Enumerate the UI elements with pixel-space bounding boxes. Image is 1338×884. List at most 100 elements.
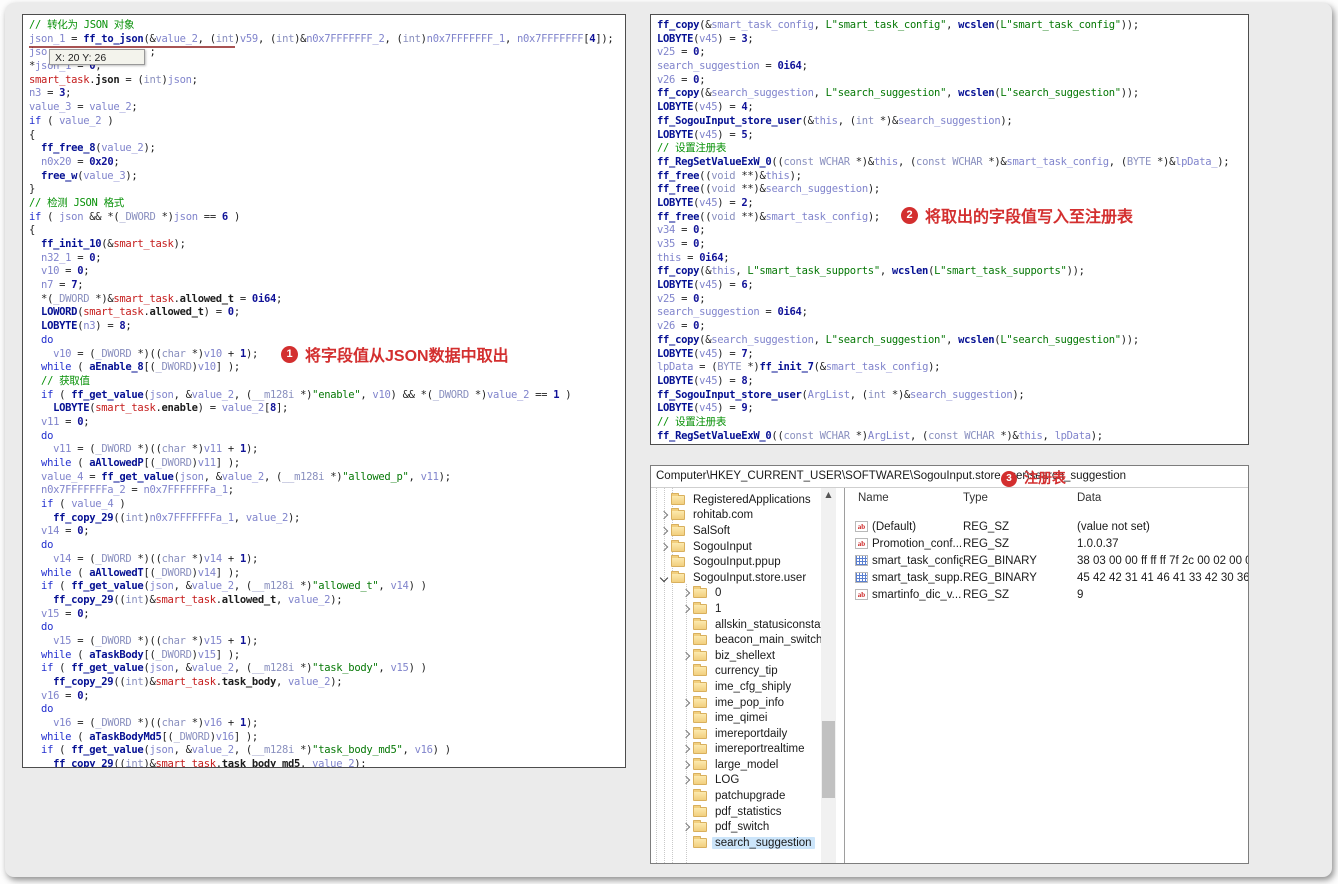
tree-item-search_suggestion[interactable]: search_suggestion — [651, 835, 844, 851]
tree-item-label: biz_shellext — [715, 649, 776, 662]
reg-sz-icon: ab — [855, 521, 868, 532]
tree-item-currency_tip[interactable]: currency_tip — [651, 664, 844, 680]
code-line: n3 = 3; — [29, 87, 72, 100]
scrollbar-up-icon[interactable]: ▲ — [821, 488, 836, 502]
tree-item-ime_qimei[interactable]: ime_qimei — [651, 710, 844, 726]
registry-value-row[interactable]: smart_task_supp... REG_BINARY 45 42 42 31 … — [845, 569, 1248, 586]
code-line: n7 = 7; — [41, 279, 84, 292]
chevron-right-icon[interactable] — [657, 511, 671, 520]
chevron-right-icon[interactable] — [679, 776, 693, 785]
tree-item-label: SogouInput.ppup — [693, 556, 781, 569]
tree-item-label: search_suggestion — [712, 836, 815, 849]
decompiled-code-registry-write: ff_copy(&smart_task_config, L"smart_task… — [657, 19, 1248, 443]
code-line: ff_RegSetValueExW_0((const WCHAR *)ArgLi… — [657, 429, 1103, 442]
registry-value-row[interactable]: ab Promotion_conf... REG_SZ 1.0.0.37 — [845, 535, 1248, 552]
code-line: do — [41, 429, 54, 442]
code-line: v15 = 0; — [41, 607, 90, 620]
reg-sz-icon: ab — [855, 538, 868, 549]
chevron-right-icon[interactable] — [679, 589, 693, 598]
tree-item-label: imereportdaily — [715, 727, 788, 740]
registry-value-row[interactable]: smart_task_config REG_BINARY 38 03 00 00 f… — [845, 552, 1248, 569]
code-line: v25 = 0; — [657, 46, 706, 59]
column-header-name[interactable]: Name — [845, 492, 963, 504]
folder-icon — [693, 757, 707, 770]
value-type: REG_SZ — [963, 537, 1010, 550]
code-line: LOBYTE(v45) = 7; — [657, 347, 754, 360]
chevron-right-icon[interactable] — [679, 823, 693, 832]
code-line: } — [29, 183, 36, 196]
tree-item-label: ime_cfg_shiply — [715, 680, 792, 693]
value-type: REG_BINARY — [963, 571, 1037, 584]
tree-scrollbar[interactable]: ▲ — [821, 488, 836, 863]
value-name: smart_task_config — [872, 554, 963, 567]
chevron-right-icon[interactable] — [679, 729, 693, 738]
code-line: v35 = 0; — [657, 238, 706, 250]
tree-item-SogouInput.ppup[interactable]: SogouInput.ppup — [651, 554, 844, 570]
tree-item-ime_pop_info[interactable]: ime_pop_info — [651, 695, 844, 711]
tree-item-1[interactable]: 1 — [651, 601, 844, 617]
tree-item-imereportrealtime[interactable]: imereportrealtime — [651, 742, 844, 758]
tree-item-0[interactable]: 0 — [651, 586, 844, 602]
code-line: if ( ff_get_value(json, &value_2, (__m12… — [41, 744, 451, 757]
tree-item-RegisteredApplications[interactable]: RegisteredApplications — [651, 492, 844, 508]
tree-item-SogouInput.store.user[interactable]: SogouInput.store.user — [651, 570, 844, 586]
tree-item-LOG[interactable]: LOG — [651, 773, 844, 789]
reg-binary-icon — [855, 572, 868, 583]
tree-item-large_model[interactable]: large_model — [651, 757, 844, 773]
registry-body: RegisteredApplications rohitab.com SalSoft… — [651, 488, 1248, 863]
tree-item-label: LOG — [715, 774, 740, 787]
code-line: if ( ff_get_value(json, &value_2, (__m12… — [41, 388, 572, 401]
code-line: ff_copy(&search_suggestion, L"search_sug… — [657, 87, 1139, 100]
tree-item-SogouInput[interactable]: SogouInput — [651, 539, 844, 555]
tree-item-patchupgrade[interactable]: patchupgrade — [651, 788, 844, 804]
column-header-type[interactable]: Type — [963, 492, 1077, 504]
tree-item-label: rohitab.com — [693, 509, 754, 522]
code-line: if ( value_2 ) — [29, 114, 114, 127]
scrollbar-thumb[interactable] — [822, 721, 835, 798]
code-line: this = 0i64; — [657, 251, 730, 264]
code-line: { — [29, 128, 36, 141]
code-line: v16 = 0; — [41, 689, 90, 702]
code-line: // 设置注册表 — [657, 415, 727, 428]
annotation-3: 3 注册表 — [1001, 468, 1066, 489]
tree-item-biz_shellext[interactable]: biz_shellext — [651, 648, 844, 664]
folder-icon — [693, 804, 707, 817]
tree-item-rohitab.com[interactable]: rohitab.com — [651, 508, 844, 524]
coords-tooltip: X: 20 Y: 26 — [49, 49, 145, 65]
value-data: 38 03 00 00 ff ff ff 7f 2c 00 02 00 02 0… — [1077, 554, 1248, 567]
code-line: LOBYTE(v45) = 4; — [657, 101, 754, 114]
registry-value-row[interactable]: ab smartinfo_dic_v... REG_SZ 9 — [845, 586, 1248, 603]
code-line: LOBYTE(n3) = 8; — [41, 320, 132, 333]
value-type: REG_SZ — [963, 520, 1010, 533]
code-line: ff_copy(&search_suggestion, L"search_sug… — [657, 333, 1139, 346]
tree-item-imereportdaily[interactable]: imereportdaily — [651, 726, 844, 742]
registry-value-list: Name Type Data ab (Default) REG_SZ (value not… — [845, 488, 1248, 863]
folder-icon — [693, 586, 707, 599]
chevron-right-icon[interactable] — [679, 698, 693, 707]
chevron-right-icon[interactable] — [657, 542, 671, 551]
chevron-down-icon[interactable] — [657, 573, 671, 583]
code-line: ff_copy(&smart_task_config, L"smart_task… — [657, 19, 1139, 31]
tree-item-label: pdf_switch — [715, 821, 770, 834]
code-line: if ( json && *(_DWORD *)json == 6 ) — [29, 210, 240, 223]
tree-item-pdf_statistics[interactable]: pdf_statistics — [651, 804, 844, 820]
tree-item-SalSoft[interactable]: SalSoft — [651, 523, 844, 539]
registry-address-bar[interactable]: Computer\HKEY_CURRENT_USER\SOFTWARE\Sogo… — [651, 466, 1248, 488]
code-line: ff_copy_29((int)&smart_task.task_body, v… — [53, 676, 343, 688]
chevron-right-icon[interactable] — [679, 651, 693, 660]
chevron-right-icon[interactable] — [679, 760, 693, 770]
registry-value-row[interactable]: ab (Default) REG_SZ (value not set) — [845, 518, 1248, 535]
tree-item-pdf_switch[interactable]: pdf_switch — [651, 819, 844, 835]
tree-item-beacon_main_switch[interactable]: beacon_main_switch — [651, 632, 844, 648]
tree-item-label: patchupgrade — [715, 790, 786, 803]
code-line: ff_init_10(&smart_task); — [41, 238, 186, 250]
code-line: LOBYTE(v45) = 5; — [657, 128, 754, 141]
chevron-right-icon[interactable] — [679, 604, 693, 614]
column-header-data[interactable]: Data — [1077, 492, 1248, 504]
code-line: *(_DWORD *)&smart_task.allowed_t = 0i64; — [41, 292, 283, 305]
chevron-right-icon[interactable] — [679, 745, 693, 754]
tree-item-ime_cfg_shiply[interactable]: ime_cfg_shiply — [651, 679, 844, 695]
chevron-right-icon[interactable] — [657, 526, 671, 536]
code-line: LOBYTE(v45) = 3; — [657, 32, 754, 45]
tree-item-allskin_statusiconstatis[interactable]: allskin_statusiconstatis — [651, 617, 844, 633]
